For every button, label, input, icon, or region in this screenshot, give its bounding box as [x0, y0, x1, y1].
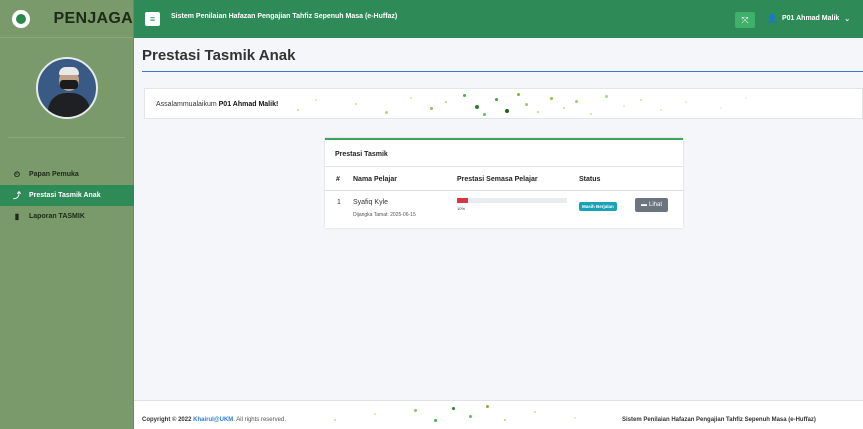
progress-label: 10% [457, 206, 466, 211]
footer: Copyright © 2022 Khairul@UKM. All rights… [134, 400, 863, 429]
progress-bar-fill [457, 198, 468, 203]
user-menu[interactable]: 👤 P01 Ahmad Malik ⌄ [767, 14, 850, 23]
card-title: Prestasi Tasmik [335, 151, 388, 158]
tachometer-icon: ⏲ [13, 169, 21, 179]
expected-completion: Dijangka Tamat: 2025-06-15 [353, 212, 416, 218]
progress-bar [457, 198, 567, 203]
user-icon: 👤 [767, 14, 777, 23]
column-header-number: # [336, 176, 340, 183]
row-number: 1 [337, 199, 341, 206]
welcome-prefix: Assalammualaikum [156, 101, 219, 108]
chevron-down-icon: ⌄ [844, 15, 851, 23]
brand-logo-icon [12, 9, 30, 28]
folder-icon: ▬ [640, 202, 647, 208]
sidebar-item-label: Laporan TASMIK [29, 213, 85, 220]
prestasi-tasmik-card: Prestasi Tasmik # Nama Pelajar Prestasi … [325, 138, 683, 228]
welcome-box: Assalammualaikum P01 Ahmad Malik! [144, 88, 863, 119]
copyright-suffix: . All rights reserved. [233, 417, 286, 423]
card-divider [325, 166, 683, 167]
column-header-status: Status [579, 176, 601, 183]
user-panel [8, 38, 125, 138]
status-badge: Masih Berjalan [579, 202, 617, 211]
footer-system-name: Sistem Penilaian Hafazan Pengajian Tahfi… [622, 417, 816, 423]
brand[interactable]: PENJAGA [0, 0, 133, 38]
avatar [35, 56, 98, 119]
sidebar-item-prestasi-tasmik-anak[interactable]: ⤴ Prestasi Tasmik Anak [0, 185, 134, 206]
column-header-progress: Prestasi Semasa Pelajar [457, 176, 538, 183]
column-header-name: Nama Pelajar [353, 176, 397, 183]
sidebar-nav: ⏲ Papan Pemuka ⤴ Prestasi Tasmik Anak ▮ … [0, 164, 134, 227]
sidebar-item-label: Prestasi Tasmik Anak [29, 192, 101, 199]
fullscreen-icon[interactable]: ⤧ [735, 12, 755, 28]
copyright: Copyright © 2022 Khairul@UKM. All rights… [142, 417, 286, 423]
sidebar-item-laporan-tasmik[interactable]: ▮ Laporan TASMIK [0, 206, 134, 227]
student-name: Syafiq Kyle [353, 199, 389, 206]
sidebar: PENJAGA ⏲ Papan Pemuka ⤴ Prestasi Tasmik… [0, 0, 134, 429]
brand-name: PENJAGA [53, 9, 133, 27]
app-root: PENJAGA ⏲ Papan Pemuka ⤴ Prestasi Tasmik… [0, 0, 863, 429]
sidebar-item-papan-pemuka[interactable]: ⏲ Papan Pemuka [0, 164, 134, 185]
copyright-link[interactable]: Khairul@UKM [193, 417, 233, 423]
topbar: ≡ Sistem Penilaian Hafazan Pengajian Tah… [134, 0, 863, 38]
sidebar-item-label: Papan Pemuka [29, 171, 79, 178]
book-icon: ▮ [14, 212, 20, 221]
copyright-prefix: Copyright © 2022 [142, 417, 194, 423]
title-divider [142, 71, 863, 72]
line-chart-icon: ⤴ [13, 191, 21, 200]
header-divider [325, 190, 683, 191]
view-button[interactable]: ▬ Lihat [635, 198, 668, 212]
welcome-name: P01 Ahmad Malik! [218, 101, 279, 108]
hamburger-menu-icon[interactable]: ≡ [145, 12, 160, 26]
system-title: Sistem Penilaian Hafazan Pengajian Tahfi… [171, 13, 398, 20]
user-name: P01 Ahmad Malik [781, 15, 840, 22]
welcome-text: Assalammualaikum P01 Ahmad Malik! [156, 101, 278, 108]
view-button-label: Lihat [648, 202, 662, 208]
page-title: Prestasi Tasmik Anak [142, 47, 296, 64]
